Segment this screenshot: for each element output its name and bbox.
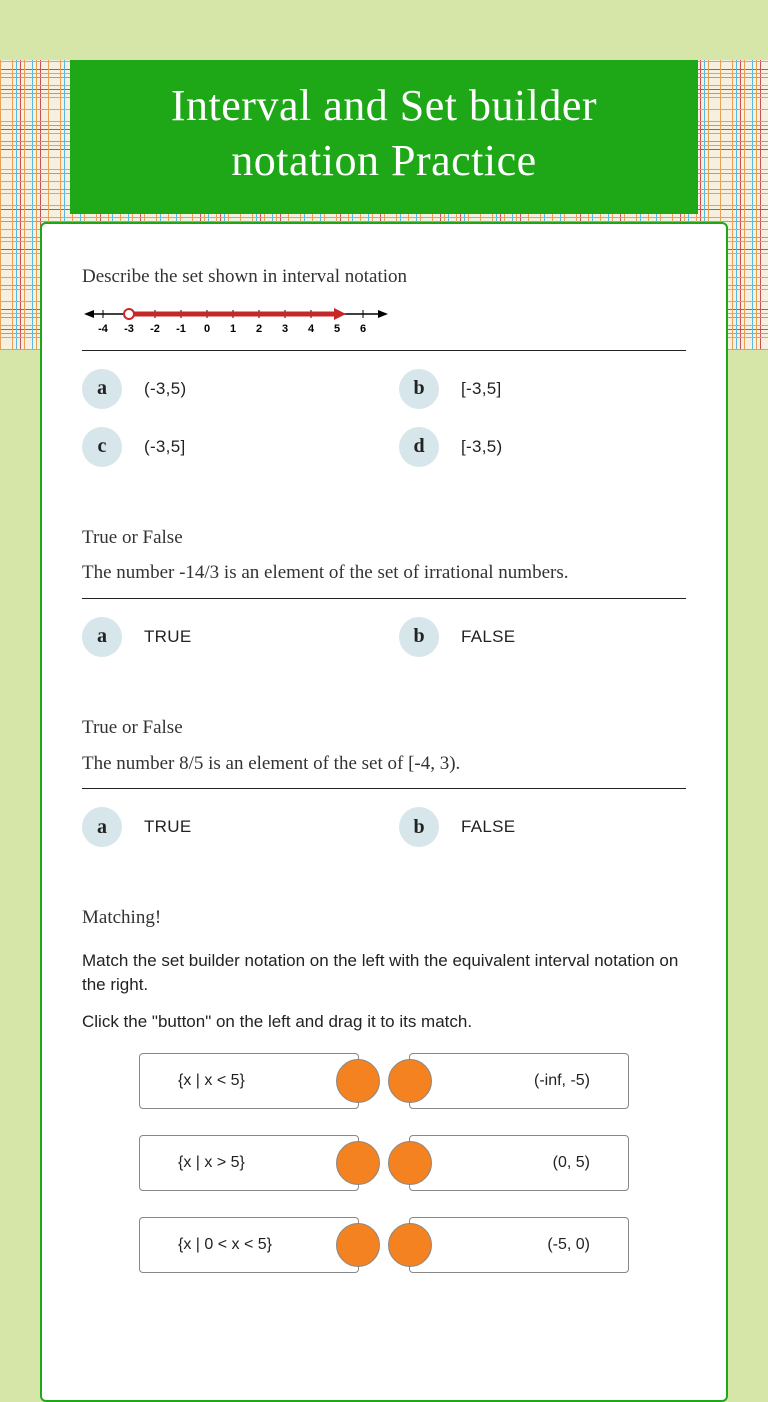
question-2: True or False The number -14/3 is an ele… <box>82 525 686 657</box>
q2-option-a[interactable]: a TRUE <box>82 617 369 657</box>
option-text: [-3,5) <box>461 437 502 457</box>
svg-text:5: 5 <box>334 323 340 335</box>
match-right-3[interactable]: (-5, 0) <box>409 1217 629 1273</box>
q3-option-a[interactable]: a TRUE <box>82 807 369 847</box>
svg-text:1: 1 <box>230 323 236 335</box>
option-text: TRUE <box>144 817 191 837</box>
match-row-2: {x | x > 5} (0, 5) <box>82 1135 686 1191</box>
match-left-1[interactable]: {x | x < 5} <box>139 1053 359 1109</box>
drag-handle-icon[interactable] <box>336 1059 380 1103</box>
option-text: (-3,5) <box>144 379 186 399</box>
option-bubble-a: a <box>82 807 122 847</box>
q4-instruction-2: Click the "button" on the left and drag … <box>82 1010 686 1035</box>
drop-target-icon[interactable] <box>388 1141 432 1185</box>
svg-text:-3: -3 <box>124 323 134 335</box>
match-left-2[interactable]: {x | x > 5} <box>139 1135 359 1191</box>
option-bubble-a: a <box>82 369 122 409</box>
match-row-3: {x | 0 < x < 5} (-5, 0) <box>82 1217 686 1273</box>
q1-option-a[interactable]: a (-3,5) <box>82 369 369 409</box>
drag-handle-icon[interactable] <box>336 1141 380 1185</box>
page-title: Interval and Set builder notation Practi… <box>100 78 668 188</box>
option-bubble-d: d <box>399 427 439 467</box>
svg-text:-4: -4 <box>98 323 109 335</box>
svg-text:0: 0 <box>204 323 210 335</box>
option-bubble-a: a <box>82 617 122 657</box>
q1-prompt: Describe the set shown in interval notat… <box>82 264 686 290</box>
q3-lead: True or False <box>82 715 686 741</box>
q2-option-b[interactable]: b FALSE <box>399 617 686 657</box>
option-bubble-c: c <box>82 427 122 467</box>
option-bubble-b: b <box>399 369 439 409</box>
worksheet-card: Describe the set shown in interval notat… <box>40 222 728 1402</box>
match-right-2[interactable]: (0, 5) <box>409 1135 629 1191</box>
match-right-text: (0, 5) <box>553 1154 590 1172</box>
q1-options: a (-3,5) b [-3,5] c (-3,5] d [-3,5) <box>82 369 686 467</box>
question-1: Describe the set shown in interval notat… <box>82 264 686 467</box>
q4-lead: Matching! <box>82 905 686 931</box>
match-left-3[interactable]: {x | 0 < x < 5} <box>139 1217 359 1273</box>
question-4: Matching! Match the set builder notation… <box>82 905 686 1273</box>
option-text: FALSE <box>461 817 515 837</box>
divider <box>82 350 686 351</box>
q1-option-b[interactable]: b [-3,5] <box>399 369 686 409</box>
option-bubble-b: b <box>399 807 439 847</box>
svg-text:2: 2 <box>256 323 262 335</box>
drop-target-icon[interactable] <box>388 1059 432 1103</box>
option-text: FALSE <box>461 627 515 647</box>
q2-lead: True or False <box>82 525 686 551</box>
q3-prompt: The number 8/5 is an element of the set … <box>82 751 686 777</box>
svg-text:3: 3 <box>282 323 288 335</box>
match-row-1: {x | x < 5} (-inf, -5) <box>82 1053 686 1109</box>
match-left-text: {x | 0 < x < 5} <box>178 1236 272 1254</box>
match-rows: {x | x < 5} (-inf, -5) {x | x > 5} (0, 5… <box>82 1053 686 1273</box>
question-3: True or False The number 8/5 is an eleme… <box>82 715 686 847</box>
divider <box>82 598 686 599</box>
q2-options: a TRUE b FALSE <box>82 617 686 657</box>
match-right-text: (-5, 0) <box>547 1236 590 1254</box>
title-banner: Interval and Set builder notation Practi… <box>70 60 698 214</box>
match-right-1[interactable]: (-inf, -5) <box>409 1053 629 1109</box>
q3-option-b[interactable]: b FALSE <box>399 807 686 847</box>
match-right-text: (-inf, -5) <box>534 1072 590 1090</box>
divider <box>82 788 686 789</box>
option-text: TRUE <box>144 627 191 647</box>
svg-text:-2: -2 <box>150 323 160 335</box>
match-left-text: {x | x > 5} <box>178 1154 245 1172</box>
option-text: [-3,5] <box>461 379 502 399</box>
q3-options: a TRUE b FALSE <box>82 807 686 847</box>
drop-target-icon[interactable] <box>388 1223 432 1267</box>
q2-prompt: The number -14/3 is an element of the se… <box>82 560 686 586</box>
option-bubble-b: b <box>399 617 439 657</box>
drag-handle-icon[interactable] <box>336 1223 380 1267</box>
number-line-image: -4 -3 -2 -1 0 1 2 3 4 5 6 <box>82 300 686 336</box>
match-left-text: {x | x < 5} <box>178 1072 245 1090</box>
svg-text:4: 4 <box>308 323 315 335</box>
q4-instruction-1: Match the set builder notation on the le… <box>82 949 686 998</box>
q1-option-c[interactable]: c (-3,5] <box>82 427 369 467</box>
q1-option-d[interactable]: d [-3,5) <box>399 427 686 467</box>
svg-text:6: 6 <box>360 323 366 335</box>
option-text: (-3,5] <box>144 437 185 457</box>
svg-text:-1: -1 <box>176 323 186 335</box>
